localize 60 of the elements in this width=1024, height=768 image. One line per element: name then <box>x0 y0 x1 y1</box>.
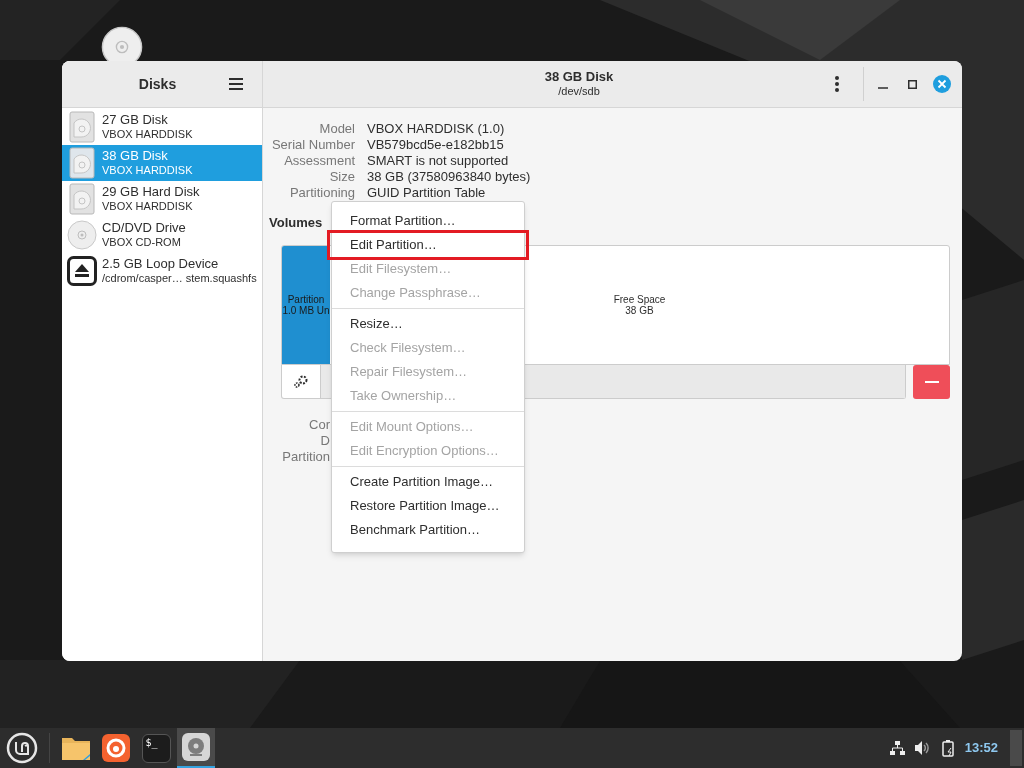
terminal-icon[interactable]: $_ <box>141 733 171 763</box>
delete-button[interactable] <box>913 364 950 399</box>
section-heading: Volumes <box>269 214 323 232</box>
property-value: 38 GB (37580963840 bytes) <box>367 169 532 185</box>
disk-utility-icon[interactable] <box>182 733 210 761</box>
segment-size: 1.0 MB Un <box>282 304 330 316</box>
clock[interactable]: 13:52 <box>964 738 998 758</box>
menu-icon[interactable] <box>229 78 243 90</box>
segment-name: Free Space <box>613 293 666 305</box>
more-options-icon[interactable] <box>835 76 839 92</box>
property-label: Model <box>318 121 355 137</box>
battery-icon[interactable] <box>941 739 956 757</box>
close-icon[interactable] <box>933 75 951 93</box>
property-label: Serial Number <box>270 137 355 153</box>
drive-item[interactable]: 27 GB Disk VBOX HARDDISK <box>62 109 262 145</box>
browser-icon[interactable] <box>102 734 130 762</box>
volume-icon[interactable] <box>914 741 931 755</box>
menu-item[interactable]: Resize… <box>342 312 514 336</box>
drive-model: VBOX HARDDISK <box>102 127 193 141</box>
property-value: SMART is not supported <box>367 153 510 169</box>
drive-name: 38 GB Disk <box>102 149 169 163</box>
drive-name: CD/DVD Drive <box>102 221 186 235</box>
menu-item[interactable]: Edit Partition… <box>330 233 526 257</box>
drive-model: /cdrom/casper… stem.squashfs <box>102 271 257 285</box>
drive-item[interactable]: 29 GB Hard Disk VBOX HARDDISK <box>62 181 262 217</box>
optical-disc-icon <box>67 220 97 250</box>
eject-icon <box>67 256 97 286</box>
folder-icon[interactable] <box>61 735 91 761</box>
property-label: Cor <box>308 416 330 433</box>
segment-size: 38 GB <box>625 304 654 316</box>
property-label: Partition <box>281 448 330 465</box>
menu-item[interactable]: Create Partition Image… <box>342 470 514 494</box>
drive-item[interactable]: CD/DVD Drive VBOX CD-ROM <box>62 217 262 253</box>
network-icon[interactable] <box>889 741 905 755</box>
sidebar-title: Disks <box>137 74 178 94</box>
maximize-icon[interactable] <box>908 79 917 89</box>
start-menu-icon[interactable] <box>6 732 38 764</box>
property-value: GUID Partition Table <box>367 185 487 201</box>
drive-model: VBOX HARDDISK <box>102 199 194 213</box>
menu-item[interactable]: Format Partition… <box>342 209 514 233</box>
gears-icon <box>293 374 309 388</box>
property-label: Size <box>328 169 355 185</box>
segment-name: Partition <box>287 293 325 305</box>
property-label: D <box>319 432 330 449</box>
window-title: 38 GB Disk <box>544 70 614 84</box>
partition-segment[interactable]: Partition 1.0 MB Un <box>282 245 330 364</box>
menu-item[interactable]: Restore Partition Image… <box>342 494 514 518</box>
property-value: VBOX HARDDISK (1.0) <box>367 121 506 137</box>
drive-name: 2.5 GB Loop Device <box>102 257 220 271</box>
property-label: Partitioning <box>288 185 355 201</box>
drive-item[interactable]: 2.5 GB Loop Device /cdrom/casper… stem.squashfs <box>62 253 262 289</box>
property-value: VB579bcd5e-e182bb15 <box>367 137 505 153</box>
drive-name: 29 GB Hard Disk <box>102 185 200 199</box>
menu-item[interactable]: Benchmark Partition… <box>342 518 514 542</box>
minus-icon <box>924 380 939 383</box>
drive-model: VBOX HARDDISK <box>102 163 193 177</box>
window-subtitle: /dev/sdb <box>558 84 600 98</box>
property-label: Assessment <box>283 153 355 169</box>
drive-model: VBOX CD-ROM <box>102 235 182 249</box>
drive-name: 27 GB Disk <box>102 113 169 127</box>
